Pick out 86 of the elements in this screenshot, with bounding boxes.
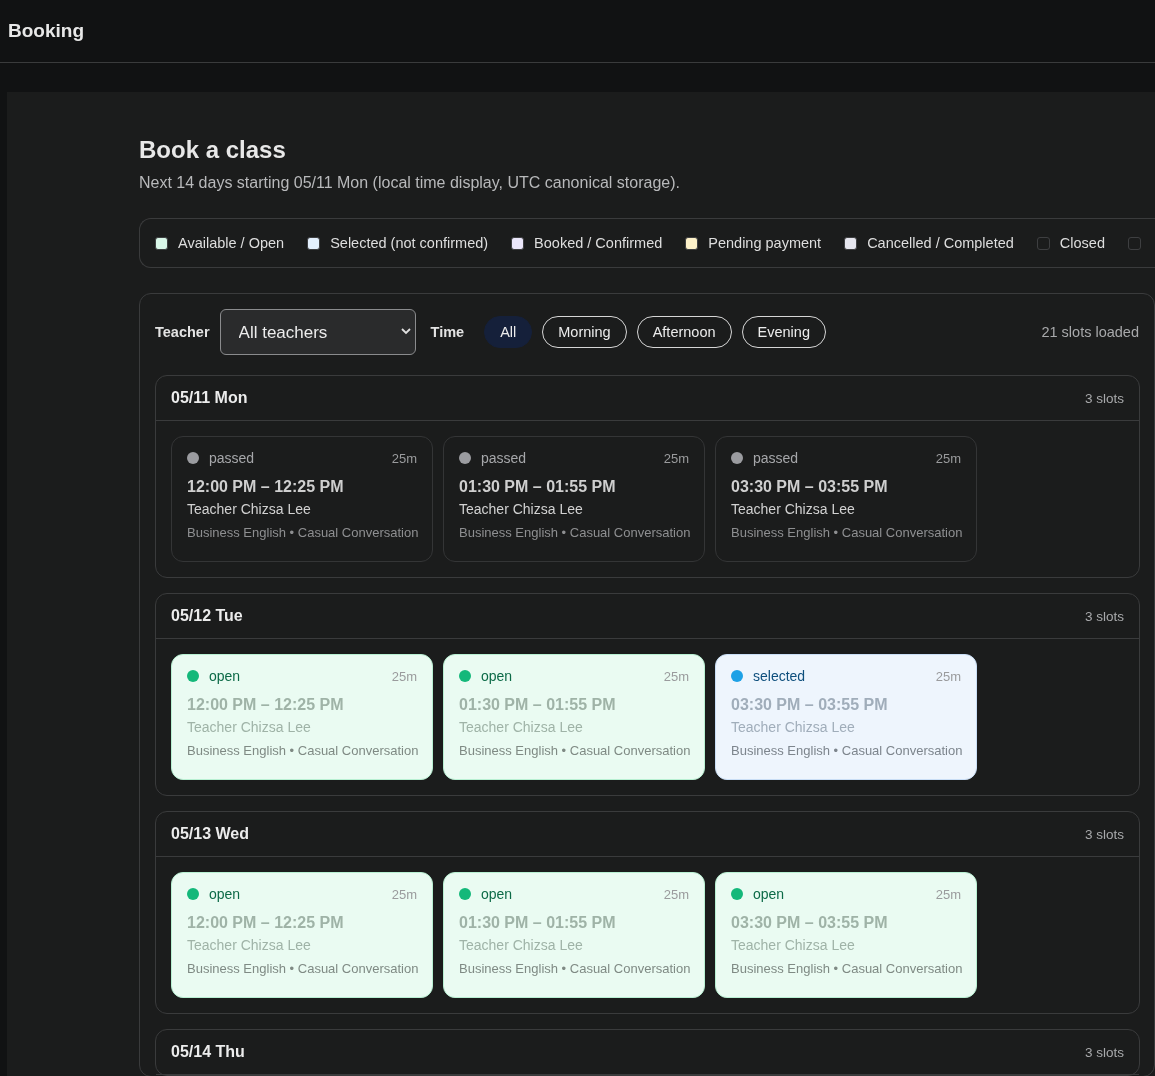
- slot-topics: Business English • Casual Conversation: [731, 743, 961, 760]
- day-slot-count: 3 slots: [1084, 390, 1124, 406]
- slot-topics: Business English • Casual Conversation: [459, 525, 689, 542]
- slot-teacher: Teacher Chizsa Lee: [731, 501, 856, 517]
- slot-card[interactable]: open 25m 12:00 PM – 12:25 PM Teacher Chizsa Lee Business English • Casual Conversation: [171, 872, 433, 998]
- slot-time: 01:30 PM – 01:55 PM: [459, 914, 617, 932]
- status-dot-icon: [187, 888, 199, 900]
- slots-loaded-count: 21 slots loaded: [1041, 324, 1139, 340]
- slot-teacher: Teacher Chizsa Lee: [731, 937, 856, 953]
- slot-duration: 25m: [663, 886, 689, 902]
- slot-status: open: [753, 886, 786, 902]
- slot-card[interactable]: open 25m 12:00 PM – 12:25 PM Teacher Chizsa Lee Business English • Casual Conversation: [171, 654, 433, 780]
- status-dot-icon: [187, 670, 199, 682]
- slot-status: passed: [481, 450, 528, 466]
- slot-teacher: Teacher Chizsa Lee: [731, 719, 856, 735]
- slot-teacher: Teacher Chizsa Lee: [459, 719, 584, 735]
- slot-topics: Business English • Casual Conversation: [459, 743, 689, 760]
- status-dot-icon: [459, 670, 471, 682]
- slot-time: 01:30 PM – 01:55 PM: [459, 696, 617, 714]
- slot-status: open: [481, 668, 514, 684]
- slot-card[interactable]: open 25m 01:30 PM – 01:55 PM Teacher Chizsa Lee Business English • Casual Conversation: [443, 654, 705, 780]
- legend-label: Booked / Confirmed: [534, 235, 663, 251]
- app-title: Booking: [8, 20, 84, 42]
- status-dot-icon: [459, 888, 471, 900]
- slot-teacher: Teacher Chizsa Lee: [187, 719, 312, 735]
- slot-card[interactable]: open 25m 01:30 PM – 01:55 PM Teacher Chizsa Lee Business English • Casual Conversation: [443, 872, 705, 998]
- slot-time: 03:30 PM – 03:55 PM: [731, 914, 889, 932]
- slot-time: 03:30 PM – 03:55 PM: [731, 478, 889, 496]
- slot-time: 12:00 PM – 12:25 PM: [187, 914, 345, 932]
- slot-topics: Business English • Casual Conversation: [187, 743, 417, 760]
- teacher-select[interactable]: All teachers: [219, 309, 416, 355]
- slot-duration: 25m: [391, 450, 417, 466]
- slot-teacher: Teacher Chizsa Lee: [459, 501, 584, 517]
- slot-status: passed: [209, 450, 256, 466]
- day-date: 05/13 Wed: [171, 825, 249, 843]
- status-dot-icon: [731, 888, 743, 900]
- legend-label: Closed: [1059, 235, 1105, 251]
- slot-duration: 25m: [935, 668, 961, 684]
- slot-duration: 25m: [935, 886, 961, 902]
- slot-teacher: Teacher Chizsa Lee: [187, 937, 312, 953]
- slot-status: open: [481, 886, 514, 902]
- slot-duration: 25m: [663, 450, 689, 466]
- day-slot-count: 3 slots: [1084, 608, 1124, 624]
- slot-card[interactable]: passed 25m 12:00 PM – 12:25 PM Teacher Chizsa Lee Business English • Casual Conversation: [171, 436, 433, 562]
- slot-time: 12:00 PM – 12:25 PM: [187, 478, 345, 496]
- day-date: 05/11 Mon: [171, 389, 248, 407]
- slot-time: 03:30 PM – 03:55 PM: [731, 696, 889, 714]
- slot-teacher: Teacher Chizsa Lee: [459, 937, 584, 953]
- page-title: Book a class: [139, 135, 287, 164]
- legend-label: Cancelled / Completed: [867, 235, 1014, 251]
- status-dot-icon: [459, 452, 471, 464]
- slot-card[interactable]: passed 25m 03:30 PM – 03:55 PM Teacher Chizsa Lee Business English • Casual Conversation: [715, 436, 977, 562]
- teacher-label: Teacher: [155, 324, 210, 340]
- slot-topics: Business English • Casual Conversation: [187, 525, 417, 542]
- slot-teacher: Teacher Chizsa Lee: [187, 501, 312, 517]
- time-label: Time: [430, 324, 465, 340]
- time-filter-chip[interactable]: All: [484, 316, 533, 348]
- legend-label: Selected (not confirmed): [330, 235, 489, 251]
- slot-topics: Business English • Casual Conversation: [459, 961, 689, 978]
- slot-status: passed: [753, 450, 800, 466]
- slot-status: open: [209, 668, 242, 684]
- day-date: 05/12 Tue: [171, 607, 243, 625]
- day-date: 05/14 Thu: [171, 1043, 245, 1061]
- status-dot-icon: [731, 452, 743, 464]
- legend-label: Pending payment: [708, 235, 822, 251]
- slot-time: 01:30 PM – 01:55 PM: [459, 478, 617, 496]
- day-slot-count: 3 slots: [1084, 826, 1124, 842]
- status-dot-icon: [187, 452, 199, 464]
- page-subtitle: Next 14 days starting 05/11 Mon (local time display, UTC canonical storage).: [139, 174, 681, 192]
- slot-duration: 25m: [391, 886, 417, 902]
- slot-duration: 25m: [935, 450, 961, 466]
- slot-duration: 25m: [391, 668, 417, 684]
- slot-card[interactable]: passed 25m 01:30 PM – 01:55 PM Teacher Chizsa Lee Business English • Casual Conversation: [443, 436, 705, 562]
- slot-status: selected: [753, 668, 807, 684]
- slot-topics: Business English • Casual Conversation: [731, 961, 961, 978]
- slot-status: open: [209, 886, 242, 902]
- day-slot-count: 3 slots: [1084, 1044, 1124, 1060]
- slot-card[interactable]: open 25m 03:30 PM – 03:55 PM Teacher Chizsa Lee Business English • Casual Conversation: [715, 872, 977, 998]
- chevron-down-icon: [400, 328, 411, 335]
- legend-label: Available / Open: [178, 235, 285, 251]
- slot-time: 12:00 PM – 12:25 PM: [187, 696, 345, 714]
- status-dot-icon: [731, 670, 743, 682]
- slot-topics: Business English • Casual Conversation: [731, 525, 961, 542]
- slot-card[interactable]: selected 25m 03:30 PM – 03:55 PM Teacher Chizsa Lee Business English • Casual Conversation: [715, 654, 977, 780]
- slot-duration: 25m: [663, 668, 689, 684]
- slot-topics: Business English • Casual Conversation: [187, 961, 417, 978]
